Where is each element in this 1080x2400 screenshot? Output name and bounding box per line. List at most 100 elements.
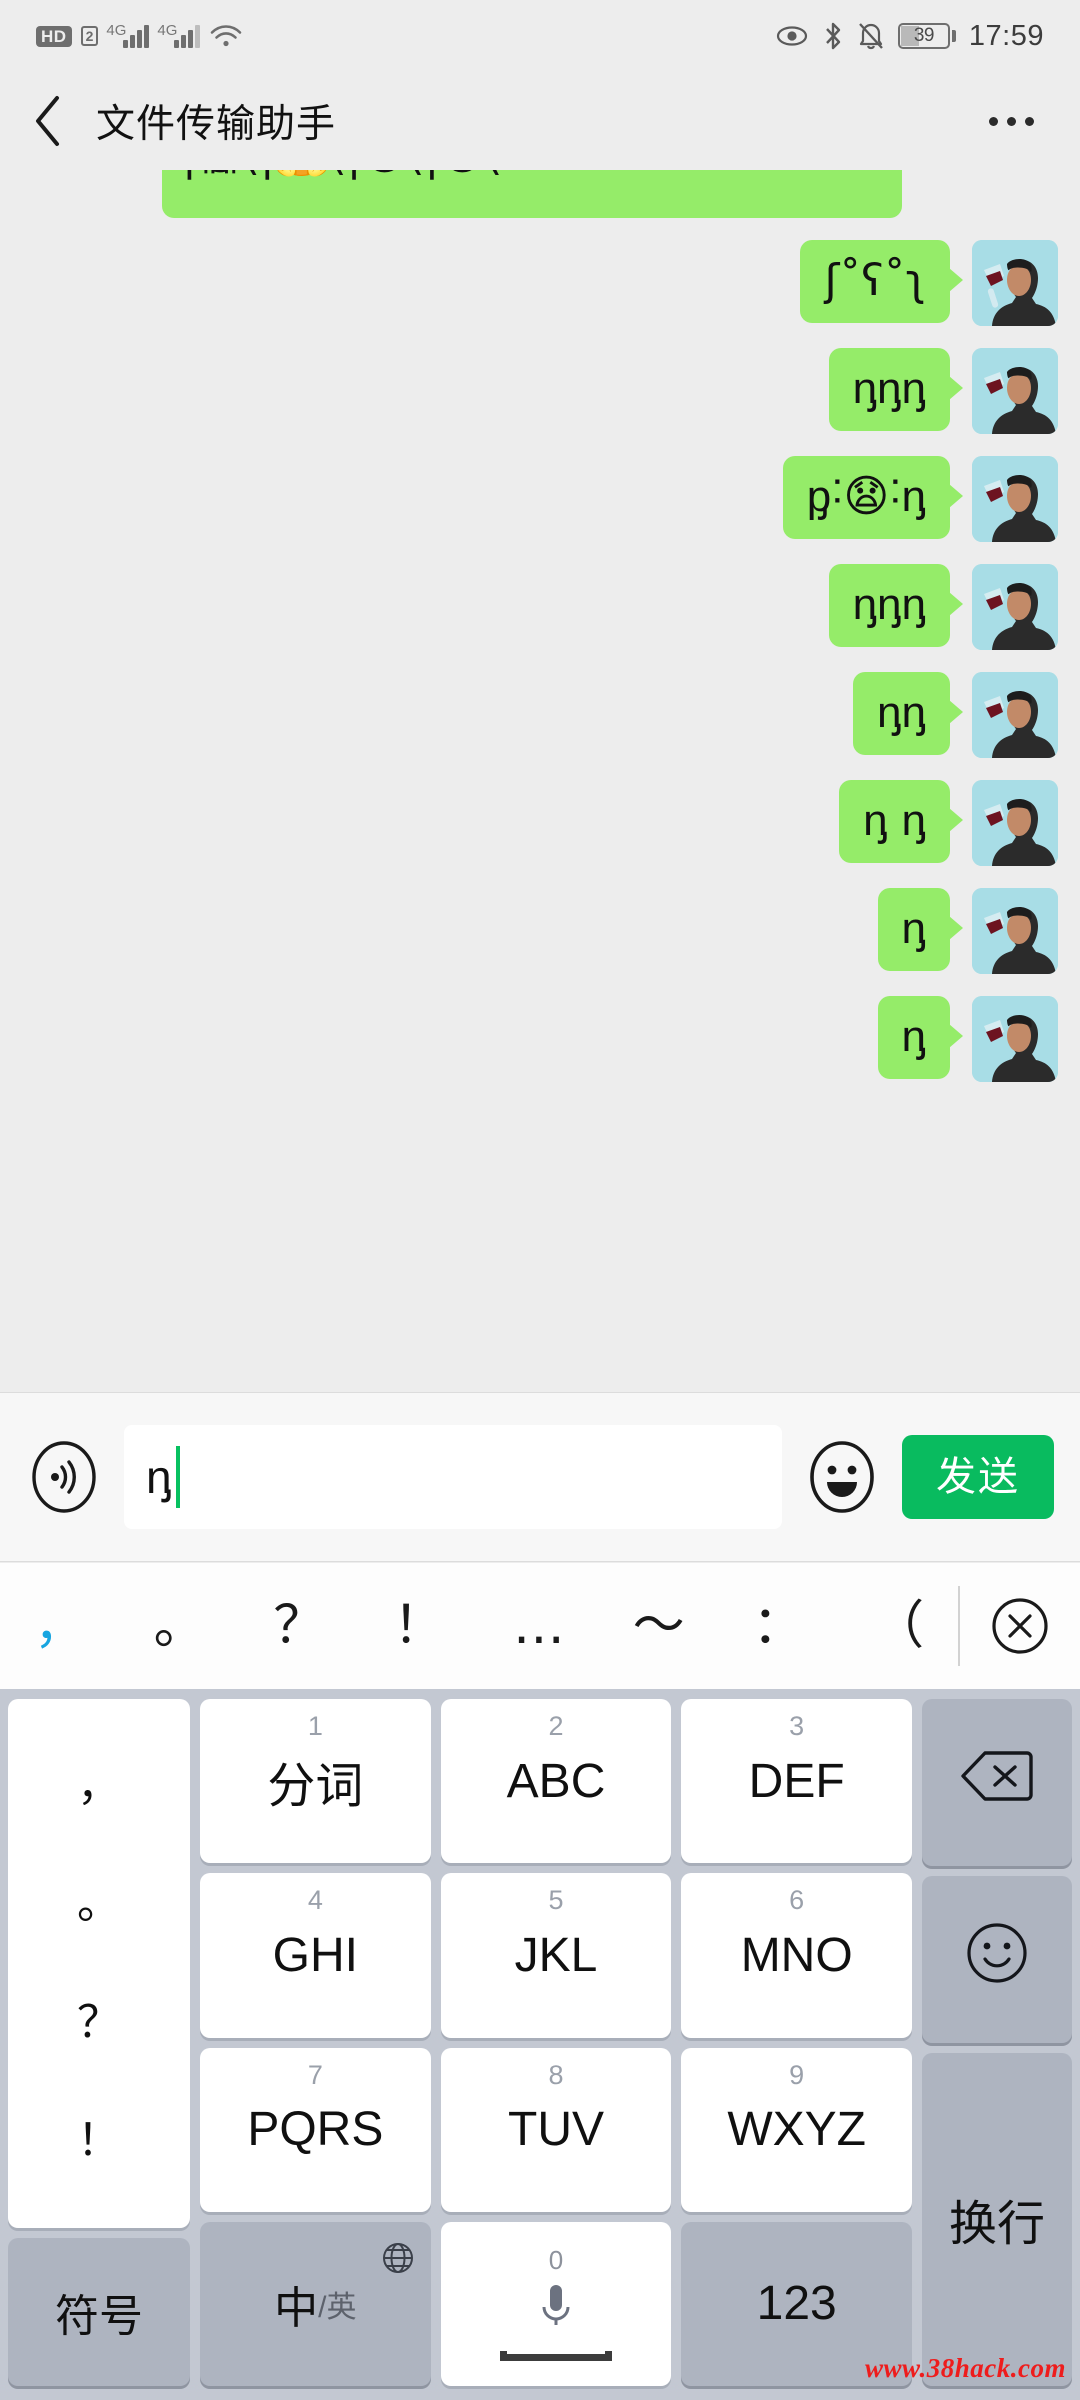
key-number: 9 — [789, 2060, 804, 2091]
emoji-key[interactable] — [922, 1876, 1072, 2043]
wifi-icon — [209, 23, 243, 49]
key-number: 7 — [308, 2060, 323, 2091]
punct-paren[interactable]: （ — [838, 1600, 958, 1652]
key-number: 3 — [789, 1711, 804, 1742]
chat-bubble[interactable]: ᶇ ᶇ — [839, 780, 950, 863]
signal-bars-sim1: 4G — [107, 25, 149, 48]
text-cursor — [176, 1446, 180, 1508]
key-1[interactable]: 1 分词 — [200, 1699, 431, 1863]
key-7[interactable]: 7 PQRS — [200, 2048, 431, 2212]
message-row: ᶇᶇᶇ — [0, 348, 1080, 434]
key-5[interactable]: 5 JKL — [441, 1873, 672, 2037]
punct-question[interactable]: ？ — [240, 1600, 360, 1652]
bubble-text: ᶇ ᶇ — [863, 795, 926, 846]
space-key[interactable]: 0 — [441, 2222, 672, 2386]
message-row: ᶇᶇᶇ — [0, 564, 1080, 650]
network-type-label-2: 4G — [157, 22, 177, 39]
t9-keyboard: ， 。 ？ ！ 符号 1 分词 2 ABC 3 DEF — [0, 1689, 1080, 2400]
chat-bubble[interactable]: ᶇᶇᶇ — [829, 564, 950, 647]
key-number: 0 — [549, 2247, 563, 2273]
key-6[interactable]: 6 MNO — [681, 1873, 912, 2037]
key-3[interactable]: 3 DEF — [681, 1699, 912, 1863]
punctuation-key[interactable]: ， 。 ？ ！ — [8, 1699, 190, 2228]
key-4[interactable]: 4 GHI — [200, 1873, 431, 2037]
key-2[interactable]: 2 ABC — [441, 1699, 672, 1863]
key-comma[interactable]: ， — [77, 1764, 121, 1808]
language-toggle-key[interactable]: 中/英 — [200, 2222, 431, 2386]
punct-colon[interactable]: ： — [719, 1600, 839, 1652]
space-bar-glyph — [500, 2351, 612, 2361]
message-row-clipped: |😱(|🤗(|😘(|😀( — [0, 170, 1080, 218]
punct-ellipsis[interactable]: … — [479, 1600, 599, 1652]
chat-bubble[interactable]: ᶇ — [878, 888, 950, 971]
key-number: 6 — [789, 1885, 804, 1916]
key-label: 分词 — [267, 1746, 363, 1816]
sender-avatar[interactable] — [972, 456, 1058, 542]
phone-screen: HD 2 4G 4G — [0, 0, 1080, 2400]
punct-period[interactable]: 。 — [120, 1600, 240, 1652]
key-number: 2 — [548, 1711, 563, 1742]
key-question[interactable]: ？ — [77, 2001, 121, 2045]
backspace-key[interactable] — [922, 1699, 1072, 1866]
key-number: 4 — [308, 1885, 323, 1916]
message-row: ʃ˚ʕ˚ʅ — [0, 240, 1080, 326]
message-input-bar: ᶇ 发送 — [0, 1392, 1080, 1562]
key-period[interactable]: 。 — [77, 1882, 121, 1926]
chat-bubble[interactable]: ᶇᶇ — [853, 672, 950, 755]
sender-avatar[interactable] — [972, 672, 1058, 758]
keyboard-row-3: 7 PQRS 8 TUV 9 WXYZ — [200, 2048, 912, 2212]
bubble-text: ᶈ˸😧˸ᶇ — [807, 471, 926, 522]
close-keyboard-icon[interactable] — [960, 1597, 1080, 1655]
sender-avatar[interactable] — [972, 240, 1058, 326]
voice-input-icon[interactable] — [26, 1439, 102, 1515]
key-exclamation[interactable]: ！ — [77, 2119, 121, 2163]
key-label: TUV — [508, 2102, 604, 2157]
emoji-face-icon[interactable] — [804, 1439, 880, 1515]
sender-avatar[interactable] — [972, 564, 1058, 650]
more-options-button[interactable] — [989, 117, 1034, 126]
back-button[interactable] — [0, 72, 96, 170]
backspace-icon — [961, 1749, 1033, 1815]
clock: 17:59 — [969, 20, 1044, 53]
bubble-text: ᶇᶇᶇ — [853, 363, 926, 414]
sender-avatar[interactable] — [972, 888, 1058, 974]
battery-percent: 39 — [914, 25, 934, 47]
hd-badge: HD — [36, 26, 72, 47]
chat-bubble[interactable]: ᶇ — [878, 996, 950, 1079]
bluetooth-icon — [822, 21, 844, 51]
sender-avatar[interactable] — [972, 780, 1058, 866]
bubble-text: ᶇ — [902, 903, 926, 954]
key-label: JKL — [515, 1928, 598, 1983]
page-title: 文件传输助手 — [96, 93, 336, 149]
bubble-text: |😱(|🤗(|😘(|😀( — [182, 170, 502, 180]
status-bar-right: 39 17:59 — [775, 20, 1044, 53]
key-label: ABC — [507, 1754, 606, 1809]
symbol-key[interactable]: 符号 — [8, 2238, 190, 2386]
chat-bubble[interactable]: ʃ˚ʕ˚ʅ — [800, 240, 950, 323]
network-type-label-1: 4G — [106, 22, 126, 39]
bubble-text: ᶇ — [902, 1011, 926, 1062]
message-list[interactable]: |😱(|🤗(|😘(|😀( ʃ˚ʕ˚ʅ ᶇᶇᶇ ᶈ˸😧˸ᶇ — [0, 170, 1080, 1392]
sender-avatar[interactable] — [972, 996, 1058, 1082]
message-row: ᶇᶇ — [0, 672, 1080, 758]
message-row: ᶇ — [0, 888, 1080, 974]
message-input-field[interactable]: ᶇ — [124, 1425, 782, 1529]
watermark: www.38hack.com — [865, 2353, 1066, 2384]
key-number: 8 — [548, 2060, 563, 2091]
chat-bubble[interactable]: |😱(|🤗(|😘(|😀( — [162, 170, 902, 218]
lang-main: 中 — [274, 2272, 318, 2336]
status-bar-left: HD 2 4G 4G — [36, 23, 243, 49]
newline-key[interactable]: 换行 — [922, 2053, 1072, 2387]
bell-mute-icon — [857, 21, 885, 51]
key-8[interactable]: 8 TUV — [441, 2048, 672, 2212]
punct-tilde[interactable]: ～ — [599, 1600, 719, 1652]
key-9[interactable]: 9 WXYZ — [681, 2048, 912, 2212]
chat-bubble[interactable]: ᶈ˸😧˸ᶇ — [783, 456, 950, 539]
punct-exclamation[interactable]: ！ — [359, 1600, 479, 1652]
keyboard-right-column: 换行 — [922, 1699, 1072, 2386]
chat-bubble[interactable]: ᶇᶇᶇ — [829, 348, 950, 431]
sim-badge: 2 — [81, 26, 99, 46]
sender-avatar[interactable] — [972, 348, 1058, 434]
punct-comma[interactable]: ， — [0, 1600, 120, 1652]
send-button[interactable]: 发送 — [902, 1435, 1054, 1519]
